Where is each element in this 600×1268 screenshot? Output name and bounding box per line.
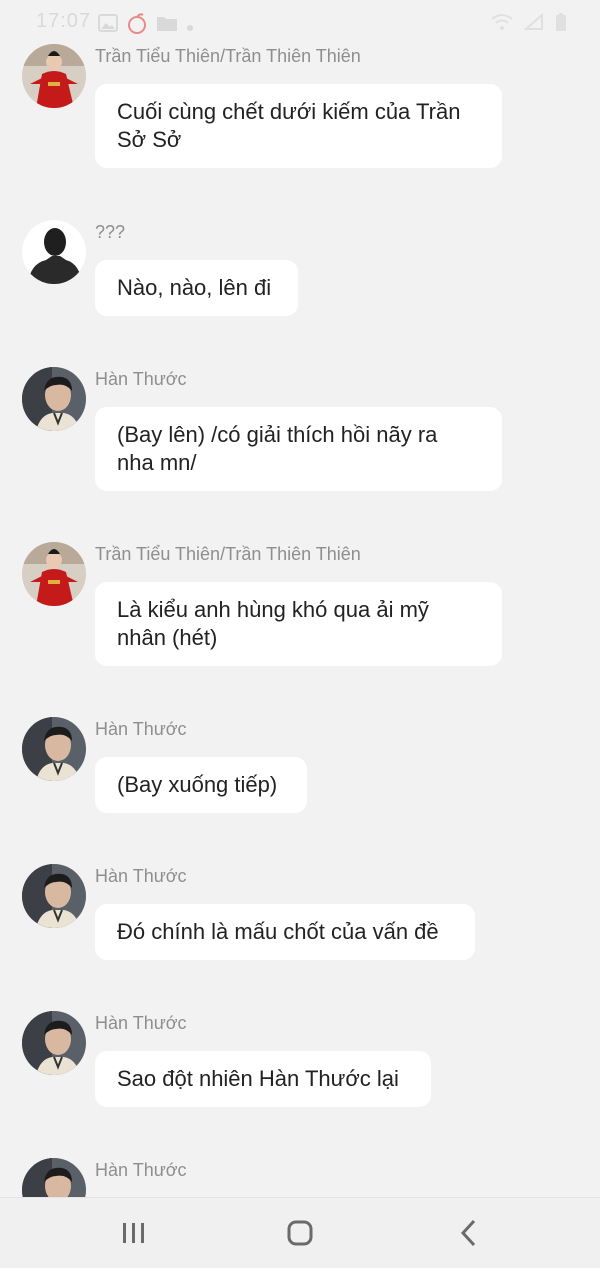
system-icons	[490, 12, 568, 38]
recent-apps-button[interactable]	[114, 1218, 154, 1248]
sender-name: Hàn Thước	[95, 719, 187, 739]
status-time: 17:07	[36, 10, 92, 32]
sender-name: Hàn Thước	[95, 369, 187, 389]
image-icon	[98, 14, 118, 38]
young-man-avatar[interactable]	[22, 864, 86, 928]
home-button[interactable]	[280, 1218, 320, 1248]
folder-icon	[156, 14, 178, 38]
young-man-avatar[interactable]	[22, 1011, 86, 1075]
chat-thread[interactable]: Trần Tiểu Thiên/Trần Thiên Thiên Cuối cù…	[0, 0, 600, 1197]
signal-icon	[523, 12, 544, 37]
back-icon	[448, 1219, 488, 1252]
sender-name: Hàn Thước	[95, 1160, 187, 1180]
message-bubble[interactable]: Đó chính là mấu chốt của vấn đề	[95, 904, 475, 960]
red-dress-avatar[interactable]	[22, 542, 86, 606]
message-bubble[interactable]: Sao đột nhiên Hàn Thước lại	[95, 1051, 431, 1107]
message-bubble[interactable]: Nào, nào, lên đi	[95, 260, 298, 316]
sender-name: ???	[95, 222, 126, 242]
sender-name: Trần Tiểu Thiên/Trần Thiên Thiên	[95, 544, 361, 564]
notification-icons	[98, 12, 194, 40]
dot-icon	[186, 15, 194, 38]
navigation-bar	[0, 1197, 600, 1268]
young-man-avatar[interactable]	[22, 1158, 86, 1197]
wifi-icon	[490, 13, 514, 37]
silhouette-avatar[interactable]	[22, 220, 86, 284]
young-man-avatar[interactable]	[22, 367, 86, 431]
message-bubble[interactable]: Cuối cùng chết dưới kiếm của Trần Sở Sở	[95, 84, 502, 168]
message-bubble[interactable]: Là kiểu anh hùng khó qua ải mỹ nhân (hét…	[95, 582, 502, 666]
message-bubble[interactable]: (Bay lên) /có giải thích hồi nãy ra nha …	[95, 407, 502, 491]
status-bar: 17:07	[0, 0, 600, 44]
young-man-avatar[interactable]	[22, 717, 86, 781]
back-button[interactable]	[448, 1218, 488, 1248]
red-dress-avatar[interactable]	[22, 44, 86, 108]
sender-name: Trần Tiểu Thiên/Trần Thiên Thiên	[95, 46, 361, 66]
battery-icon	[554, 12, 568, 38]
recent-apps-icon	[114, 1223, 154, 1252]
peach-icon	[126, 12, 148, 40]
home-icon	[280, 1220, 320, 1252]
sender-name: Hàn Thước	[95, 1013, 187, 1033]
sender-name: Hàn Thước	[95, 866, 187, 886]
message-bubble[interactable]: (Bay xuống tiếp)	[95, 757, 307, 813]
